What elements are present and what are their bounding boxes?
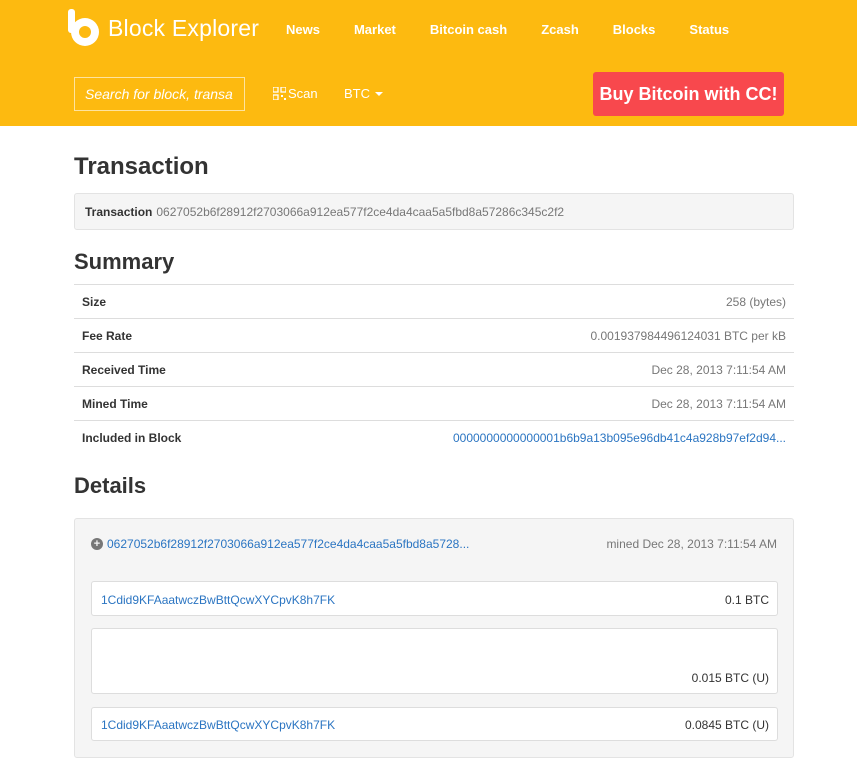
input-amount: 0.1 BTC [724,593,769,607]
qr-code-icon [273,87,286,100]
details-tx-link[interactable]: 0627052b6f28912f2703066a912ea577f2ce4da4… [107,537,469,551]
logo[interactable]: Block Explorer [68,9,259,47]
details-heading: Details [74,473,147,498]
details-header: + 0627052b6f28912f2703066a912ea577f2ce4d… [91,537,469,551]
nav-bitcoin-cash[interactable]: Bitcoin cash [430,22,507,37]
output-amount: 0.015 BTC (U) [691,671,769,685]
search-input[interactable] [75,78,244,110]
logo-icon [68,9,102,47]
transaction-hash: 0627052b6f28912f2703066a912ea577f2ce4da4… [156,204,565,219]
top-navbar: Block Explorer News Market Bitcoin cash … [0,0,857,126]
summary-row-received-time: Received Time Dec 28, 2013 7:11:54 AM [74,352,794,386]
nav-blocks[interactable]: Blocks [613,22,656,37]
summary-row-fee-rate: Fee Rate 0.001937984496124031 BTC per kB [74,318,794,352]
row-label: Mined Time [82,396,148,411]
nav-news[interactable]: News [286,22,320,37]
row-label: Size [82,294,107,309]
block-hash-link[interactable]: 0000000000000001b6b9a13b095e96db41c4a928… [453,431,786,445]
summary-row-included-in-block: Included in Block 0000000000000001b6b9a1… [74,420,794,454]
nav-zcash[interactable]: Zcash [541,22,579,37]
details-mined-time: mined Dec 28, 2013 7:11:54 AM [606,537,777,551]
output-address-link[interactable]: 1Cdid9KFAaatwczBwBttQcwXYCpvK8h7FK [101,718,335,732]
output-box: 0.015 BTC (U) [91,628,778,694]
row-label: Received Time [82,362,166,377]
row-value: Dec 28, 2013 7:11:54 AM [651,396,786,411]
summary-row-size: Size 258 (bytes) [74,284,794,318]
output-box: 1Cdid9KFAaatwczBwBttQcwXYCpvK8h7FK 0.084… [91,707,778,741]
row-value: Dec 28, 2013 7:11:54 AM [651,362,786,377]
caret-down-icon [375,91,383,96]
row-label: Included in Block [82,430,182,445]
main-nav: News Market Bitcoin cash Zcash Blocks St… [286,22,763,37]
currency-label: BTC [344,86,370,101]
details-panel: + 0627052b6f28912f2703066a912ea577f2ce4d… [74,518,794,758]
scan-button[interactable]: Scan [273,86,318,101]
buy-bitcoin-button[interactable]: Buy Bitcoin with CC! [593,72,784,116]
output-amount: 0.0845 BTC (U) [684,718,769,732]
row-value: 258 (bytes) [725,294,786,309]
scan-label: Scan [288,86,318,101]
input-address-link[interactable]: 1Cdid9KFAaatwczBwBttQcwXYCpvK8h7FK [101,593,335,607]
nav-status[interactable]: Status [689,22,729,37]
logo-text: Block Explorer [108,14,260,41]
input-box: 1Cdid9KFAaatwczBwBttQcwXYCpvK8h7FK 0.1 B… [91,581,778,616]
summary-heading: Summary [74,249,175,274]
transaction-heading: Transaction [74,153,209,180]
expand-plus-icon[interactable]: + [91,538,103,550]
summary-row-mined-time: Mined Time Dec 28, 2013 7:11:54 AM [74,386,794,420]
transaction-well: Transaction 0627052b6f28912f2703066a912e… [74,193,794,230]
currency-dropdown[interactable]: BTC [344,86,383,101]
search-box [74,77,245,111]
transaction-label: Transaction [85,204,153,219]
row-value: 0.001937984496124031 BTC per kB [590,328,787,343]
row-label: Fee Rate [82,328,133,343]
nav-market[interactable]: Market [354,22,396,37]
summary-table: Size 258 (bytes) Fee Rate 0.001937984496… [74,284,794,454]
